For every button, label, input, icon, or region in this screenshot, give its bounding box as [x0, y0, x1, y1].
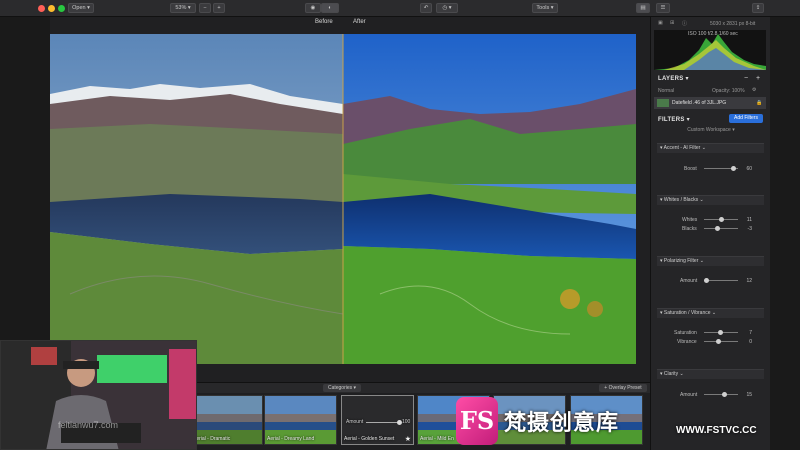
filter-polarizing-title[interactable]: ▾ Polarizing Filter ⌄ [660, 258, 704, 264]
watermark-site: feitianwu7.com [58, 420, 119, 430]
layer-thumbnail [657, 99, 669, 107]
undo-button[interactable]: ↶ [420, 3, 432, 13]
undo-icon: ↶ [423, 5, 429, 11]
add-filters-button[interactable]: Add Filters [729, 114, 763, 123]
preset-amount-slider[interactable] [366, 422, 400, 423]
layers-icon[interactable]: ⊞ [670, 20, 674, 26]
vibrance-slider[interactable] [704, 341, 738, 342]
image-info: 5030 x 2831 px 8-bit [710, 21, 756, 27]
eye-icon: ◉ [310, 5, 316, 11]
adjust-toggle-button[interactable]: ☰ [656, 3, 670, 13]
panels-icon: ▤ [640, 5, 646, 11]
brand-watermark: FS 梵摄创意库 [452, 395, 648, 450]
brand-url: WWW.FSTVC.CC [676, 425, 757, 436]
histogram-labels: ISO 100 f/2.8 1/60 sec [688, 31, 738, 37]
vibrance-value[interactable]: 0 [740, 339, 752, 345]
preset-thumb[interactable]: Aerial - Dramatic [190, 395, 263, 445]
workspace-select[interactable]: Custom Workspace ▾ [670, 127, 752, 133]
preset-thumb-selected[interactable]: Amount 100 Aerial - Golden Sunset ★ [341, 395, 414, 445]
info-icon[interactable]: ⓘ [682, 20, 687, 27]
zoom-in-button[interactable]: + [213, 3, 225, 13]
share-icon: ⇪ [755, 5, 761, 11]
close-window-button[interactable] [38, 5, 45, 12]
zoom-select[interactable]: 53% ▾ [170, 3, 196, 13]
preset-thumb[interactable]: Aerial - Dreamy Land [264, 395, 337, 445]
filter-clarity-title[interactable]: ▾ Clarity ⌄ [660, 371, 684, 377]
tools-button[interactable]: Tools ▾ [532, 3, 558, 13]
layer-blend-select[interactable]: Normal [658, 88, 674, 94]
saturation-value[interactable]: 7 [740, 330, 752, 336]
after-label: After [353, 19, 366, 25]
boost-label: Boost [684, 166, 697, 172]
boost-slider-knob[interactable] [731, 166, 736, 171]
polarizing-amount-label: Amount [680, 278, 698, 284]
filters-title[interactable]: FILTERS ▾ [658, 116, 690, 123]
vibrance-label: Vibrance [677, 339, 697, 345]
eye-toggle-button[interactable]: ◉ [305, 3, 321, 13]
clarity-amount-knob[interactable] [722, 392, 727, 397]
layer-settings-icon[interactable]: ⚙ [752, 87, 756, 93]
add-layer-button[interactable]: + [756, 75, 760, 82]
whites-slider-knob[interactable] [719, 217, 724, 222]
categories-select[interactable]: Categories ▾ [323, 384, 361, 392]
minimize-window-button[interactable] [48, 5, 55, 12]
lock-icon[interactable]: 🔒 [756, 100, 762, 106]
zoom-window-button[interactable] [58, 5, 65, 12]
saturation-slider-knob[interactable] [718, 330, 723, 335]
filter-whites-blacks-title[interactable]: ▾ Whites / Blacks ⌄ [660, 197, 704, 203]
boost-value[interactable]: 60 [740, 166, 752, 172]
layer-name: Datefield .46 of 3JL.JPG [672, 100, 727, 106]
polarizing-amount-slider[interactable] [704, 280, 738, 281]
remove-layer-button[interactable]: − [744, 75, 748, 82]
blacks-label: Blacks [682, 226, 697, 232]
favorite-star-icon[interactable]: ★ [405, 435, 411, 443]
vibrance-slider-knob[interactable] [716, 339, 721, 344]
history-button[interactable]: ◷ ▾ [436, 3, 458, 13]
top-toolbar: Open ▾ 53% ▾ − + ◉ ◐ ↶ ◷ ▾ Tools ▾ ▤ ☰ ⇪ [0, 0, 800, 17]
filter-saturation-vibrance-title[interactable]: ▾ Saturation / Vibrance ⌄ [660, 310, 716, 316]
overlay-preset-button[interactable]: + Overlay Preset [599, 384, 647, 392]
polarizing-amount-knob[interactable] [704, 278, 709, 283]
blacks-slider-knob[interactable] [715, 226, 720, 231]
filter-accent-ai-title[interactable]: ▾ Accent - AI Filter ⌄ [660, 145, 706, 151]
before-after-button[interactable]: ◐ [321, 3, 339, 13]
blacks-value[interactable]: -3 [740, 226, 752, 232]
clarity-amount-value[interactable]: 15 [740, 392, 752, 398]
compare-icon: ◐ [328, 5, 332, 11]
brand-chinese-name: 梵摄创意库 [504, 410, 620, 435]
clock-icon: ◷ [442, 5, 448, 11]
layer-row[interactable]: Datefield .46 of 3JL.JPG 🔒 [654, 97, 766, 109]
blacks-slider[interactable] [704, 228, 738, 229]
photo-canvas[interactable] [50, 34, 636, 364]
polarizing-amount-value[interactable]: 12 [740, 278, 752, 284]
whites-value[interactable]: 11 [740, 217, 752, 223]
clarity-amount-slider[interactable] [704, 394, 738, 395]
image-icon[interactable]: ▣ [658, 20, 663, 26]
layers-title[interactable]: LAYERS ▾ [658, 75, 689, 82]
brand-logo: FS [456, 397, 498, 445]
zoom-out-button[interactable]: − [199, 3, 211, 13]
layer-opacity[interactable]: Opacity: 100% [712, 88, 745, 94]
sliders-icon: ☰ [660, 5, 666, 11]
share-button[interactable]: ⇪ [752, 3, 764, 13]
whites-label: Whites [682, 217, 698, 223]
clarity-amount-label: Amount [680, 392, 698, 398]
open-button[interactable]: Open ▾ [68, 3, 94, 13]
saturation-label: Saturation [674, 330, 697, 336]
webcam-overlay [0, 340, 197, 450]
before-label: Before [315, 19, 333, 25]
panels-toggle-button[interactable]: ▤ [636, 3, 650, 13]
right-strip [770, 17, 800, 450]
